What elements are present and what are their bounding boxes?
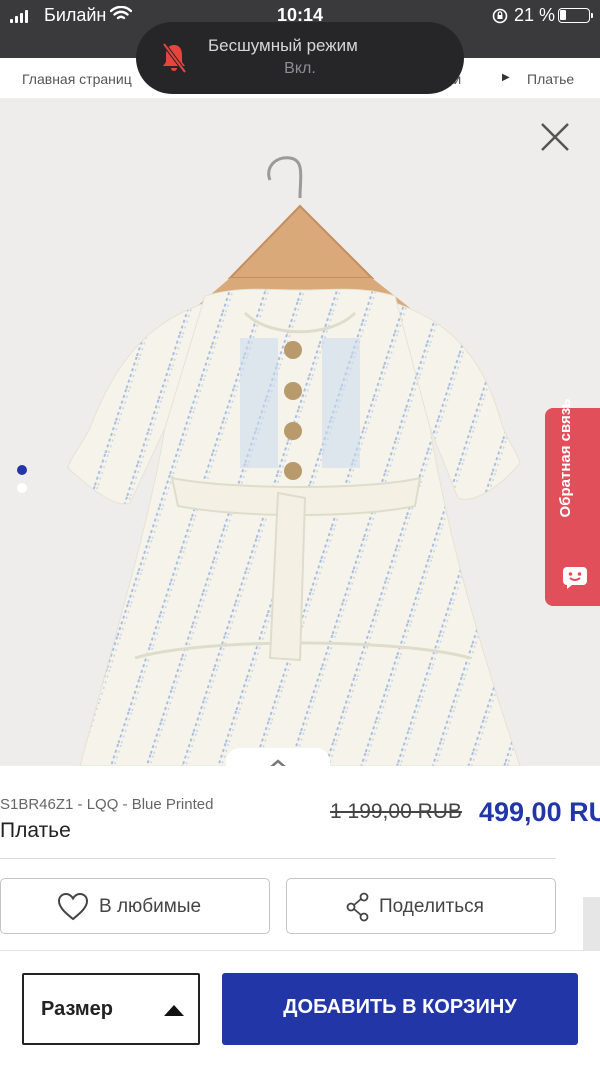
feedback-tab[interactable]: Обратная связь — [545, 399, 600, 606]
product-image[interactable] — [0, 98, 600, 766]
chat-face-icon — [562, 565, 588, 594]
carousel-dot-2[interactable] — [17, 483, 27, 493]
add-to-cart-button[interactable]: ДОБАВИТЬ В КОРЗИНУ — [222, 973, 578, 1045]
battery-percent: 21 % — [514, 5, 556, 25]
share-label: Поделиться — [379, 896, 484, 917]
bottom-action-bar: Размер ДОБАВИТЬ В КОРЗИНУ — [0, 950, 600, 1066]
size-selector[interactable]: Размер — [22, 973, 200, 1045]
toast-subtitle: Вкл. — [284, 60, 316, 77]
heart-icon — [57, 892, 89, 921]
share-icon — [346, 892, 369, 922]
battery-icon — [558, 8, 593, 23]
product-name: Платье — [0, 819, 71, 842]
product-info-panel: S1BR46Z1 - LQQ - Blue Printed Платье 1 1… — [0, 766, 600, 950]
size-label: Размер — [41, 998, 114, 1020]
caret-up-icon — [164, 1005, 184, 1016]
breadcrumb-arrow-icon: ▶ — [502, 72, 510, 83]
share-button[interactable]: Поделиться — [286, 878, 556, 934]
toast-title: Бесшумный режим — [208, 36, 358, 55]
add-to-favorites-button[interactable]: В любимые — [0, 878, 270, 934]
add-to-cart-label: ДОБАВИТЬ В КОРЗИНУ — [283, 996, 517, 1018]
sale-price: 499,00 RU — [479, 797, 600, 827]
rotation-lock-icon — [492, 8, 508, 29]
breadcrumb-current: Платье — [527, 71, 575, 87]
breadcrumb-home[interactable]: Главная страниц — [22, 71, 132, 87]
dress-illustration — [67, 156, 521, 766]
next-panel-edge — [583, 897, 600, 951]
product-sku: S1BR46Z1 - LQQ - Blue Printed — [0, 796, 214, 813]
favorites-label: В любимые — [99, 896, 202, 917]
carousel-dot-1[interactable] — [17, 465, 27, 475]
divider — [0, 858, 556, 859]
feedback-label: Обратная связь — [557, 398, 574, 518]
close-icon — [541, 123, 569, 151]
old-price: 1 199,00 RUB — [330, 800, 462, 823]
silent-mode-toast: Бесшумный режим Вкл. — [136, 22, 464, 94]
close-button[interactable] — [536, 118, 574, 156]
